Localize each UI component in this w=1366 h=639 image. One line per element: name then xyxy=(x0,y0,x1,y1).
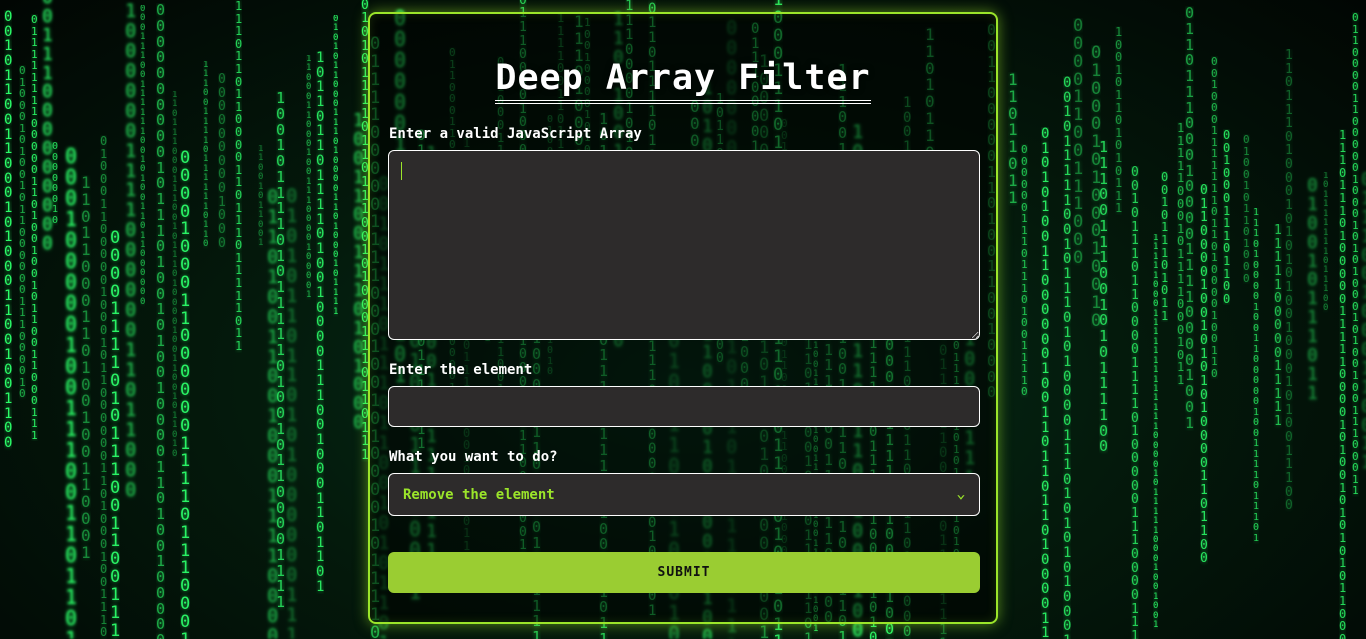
matrix-rain-column: 0 1 1 0 0 0 0 1 1 0 0 0 0 0 1 0 0 0 1 0 … xyxy=(1352,12,1359,497)
matrix-rain-column: 1 0 0 1 0 1 1 0 1 0 1 0 1 1 1 xyxy=(1115,26,1123,215)
matrix-rain-column: 0 0 1 0 1 1 1 0 1 1 0 0 0 0 1 1 1 1 0 1 … xyxy=(1131,166,1139,639)
matrix-rain-column: 1 1 1 0 0 1 1 1 0 0 1 0 1 0 1 1 1 1 0 0 xyxy=(1099,140,1109,455)
page-title: Deep Array Filter xyxy=(370,58,996,104)
action-select-value: Remove the element xyxy=(403,486,555,503)
matrix-rain-column: 0 1 0 0 1 0 1 1 0 1 0 0 0 xyxy=(1243,134,1250,285)
matrix-rain-column: 1 1 1 0 1 1 1 0 1 0 0 0 0 0 1 1 1 1 1 0 … xyxy=(1339,129,1347,639)
matrix-rain-column: 1 1 0 1 1 1 0 0 0 1 1 1 0 0 1 0 1 1 1 0 … xyxy=(172,91,178,459)
matrix-rain-column: 1 0 1 1 1 1 1 1 1 0 1 1 1 0 0 xyxy=(1323,172,1329,314)
matrix-rain-column: 0 1 1 1 1 1 1 1 1 0 0 0 0 0 1 1 0 1 0 0 … xyxy=(31,14,38,442)
matrix-rain-column: 1 1 0 0 1 0 1 1 0 0 1 xyxy=(258,145,264,249)
matrix-rain-column: 1 1 0 0 0 1 1 0 0 0 1 0 0 1 1 1 0 0 0 0 … xyxy=(306,55,312,300)
matrix-rain-column: 0 0 1 0 0 0 1 1 1 1 1 1 1 0 1 1 0 1 0 0 … xyxy=(1211,56,1218,380)
matrix-rain-column: 0 1 1 0 0 0 0 1 0 0 1 0 1 0 1 0 1 0 0 0 … xyxy=(1200,184,1208,566)
matrix-rain-column: 0 1 1 1 0 0 1 0 0 0 1 1 0 0 1 1 xyxy=(1361,171,1366,473)
element-input[interactable] xyxy=(388,386,980,427)
matrix-rain-column: 0 0 1 0 1 1 1 1 1 0 0 1 0 1 1 1 0 1 0 1 … xyxy=(1063,76,1072,639)
matrix-rain-column: 0 0 0 0 1 1 1 1 0 1 0 1 1 1 0 0 1 1 0 0 … xyxy=(110,230,121,639)
page-title-text: Deep Array Filter xyxy=(495,58,871,104)
matrix-rain-column: 0 0 0 0 1 0 0 0 1 1 0 0 0 0 0 0 1 1 1 1 … xyxy=(180,150,191,639)
matrix-rain-column: 0 0 1 0 1 1 0 0 1 1 0 0 0 1 0 1 0 0 0 1 … xyxy=(4,10,13,451)
matrix-rain-column: 0 1 0 1 0 1 0 0 1 1 0 0 0 0 0 0 1 0 0 1 … xyxy=(1041,127,1050,639)
matrix-rain-column: 0 0 0 0 0 0 0 0 0 1 0 0 0 xyxy=(218,73,226,251)
matrix-rain-column: 1 1 1 0 1 0 0 0 0 1 0 0 1 1 0 0 0 0 0 1 … xyxy=(1253,208,1260,544)
filter-form-card: Deep Array Filter Enter a valid JavaScri… xyxy=(368,12,998,624)
matrix-rain-column: 0 0 0 0 0 0 0 0 0 0 1 0 1 1 1 0 1 0 0 1 … xyxy=(156,3,166,639)
matrix-rain-column: 0 0 0 0 0 0 1 0 xyxy=(52,142,59,226)
matrix-rain-column: 0 1 0 0 0 1 1 0 0 0 0 0 1 0 0 0 1 0 1 1 … xyxy=(100,135,108,639)
matrix-rain-column: 0 0 0 0 1 1 0 0 1 1 1 0 0 0 xyxy=(1073,18,1084,268)
text-caret xyxy=(401,162,402,180)
matrix-rain-column: 1 1 0 1 1 1 0 1 0 0 0 1 0 1 0 1 0 1 0 0 … xyxy=(1285,49,1293,513)
matrix-rain-column: 0 1 1 0 1 1 1 0 0 0 1 0 0 0 0 1 1 1 1 0 … xyxy=(1185,6,1195,432)
matrix-rain-column: 1 1 1 1 1 0 0 0 1 1 1 1 1 1 1 1 1 1 1 1 … xyxy=(1153,234,1159,630)
element-input-label: Enter the element xyxy=(389,362,533,378)
matrix-rain-column: 0 1 0 1 0 1 1 0 1 1 0 1 0 1 0 0 0 0 0 0 … xyxy=(286,187,298,639)
matrix-rain-column: 0 0 1 0 1 1 1 0 1 0 1 1 xyxy=(1161,171,1169,323)
matrix-rain-column: 1 1 1 0 1 1 0 1 1 0 0 0 0 1 1 0 1 1 1 0 … xyxy=(235,0,243,353)
matrix-rain-column: 1 1 1 1 1 0 0 0 0 0 1 1 1 1 1 xyxy=(1274,224,1282,429)
matrix-rain-column: 1 1 0 1 1 0 0 0 1 1 0 1 0 0 1 0 0 1 1 0 … xyxy=(81,175,91,562)
matrix-rain-column: 1 1 0 1 1 0 1 1 xyxy=(1008,72,1018,207)
submit-button[interactable]: SUBMIT xyxy=(388,552,980,593)
matrix-rain-column: 0 0 0 1 1 1 0 0 1 1 1 1 1 1 0 0 1 0 1 0 … xyxy=(140,5,146,307)
matrix-rain-column: 1 1 1 1 1 0 0 0 1 0 1 1 1 1 0 0 0 1 0 1 … xyxy=(1177,122,1185,387)
matrix-rain-column: 0 0 0 1 0 0 0 0 0 1 0 0 1 1 1 0 0 1 1 0 … xyxy=(65,146,78,639)
matrix-rain-column: 1 1 1 0 0 1 1 1 1 0 1 1 1 1 1 1 0 1 1 0 xyxy=(203,61,209,250)
array-textarea[interactable] xyxy=(388,150,980,340)
matrix-rain-column: 0 1 0 0 1 0 1 1 1 0 1 1 xyxy=(1307,177,1318,404)
matrix-rain-column: 0 0 0 0 0 0 1 1 1 0 1 1 1 0 1 0 0 1 1 1 … xyxy=(1021,144,1028,399)
action-select-label: What you want to do? xyxy=(389,449,558,465)
matrix-rain-column: 0 1 0 1 0 1 1 0 0 0 1 1 1 0 1 0 0 0 0 1 … xyxy=(333,15,339,317)
array-input-label: Enter a valid JavaScript Array xyxy=(389,126,642,142)
matrix-rain-column: 0 0 1 0 0 0 1 1 1 0 1 1 0 0 xyxy=(1223,129,1231,306)
action-select[interactable]: Remove the element ⌄ xyxy=(388,473,980,516)
chevron-down-icon: ⌄ xyxy=(956,487,966,502)
matrix-rain-column: 1 0 1 1 0 1 1 0 1 1 1 1 0 1 0 0 1 0 0 0 … xyxy=(316,51,325,595)
matrix-rain-column: 1 0 0 0 0 0 0 1 1 1 1 0 0 0 0 0 0 1 1 0 … xyxy=(125,2,137,501)
matrix-rain-column: 0 1 0 0 0 1 0 1 0 0 1 0 1 1 0 0 0 0 0 0 … xyxy=(19,65,26,400)
matrix-rain-column: 1 0 0 1 0 1 1 1 1 0 1 0 1 1 1 1 1 0 1 0 … xyxy=(276,91,286,611)
